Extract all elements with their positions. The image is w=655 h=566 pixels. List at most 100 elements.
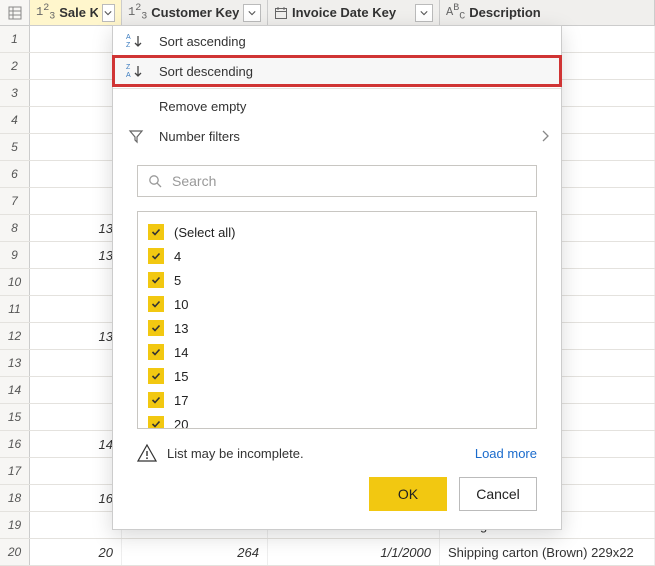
row-number: 12 (0, 323, 30, 349)
notice-text: List may be incomplete. (167, 446, 304, 461)
menu-separator (113, 88, 561, 89)
cell-sale-key[interactable]: 13 (30, 323, 122, 349)
column-header-row: 123 Sale Key 123 Customer Key Invoice Da… (0, 0, 655, 26)
value-label: 10 (174, 297, 188, 312)
filter-values-list[interactable]: (Select all) 4 5 10 13 14 15 17 20 (137, 211, 537, 429)
value-label: 5 (174, 273, 181, 288)
svg-text:A: A (126, 34, 131, 41)
number-filters[interactable]: Number filters (113, 121, 561, 151)
cell-sale-key[interactable]: 13 (30, 242, 122, 268)
row-number: 19 (0, 512, 30, 538)
value-label: 13 (174, 321, 188, 336)
checkbox-icon (148, 344, 164, 360)
cell-sale-key[interactable] (30, 512, 122, 538)
sort-ascending[interactable]: AZ Sort ascending (113, 26, 561, 56)
row-number: 2 (0, 53, 30, 79)
checkbox-icon (148, 416, 164, 429)
row-number: 6 (0, 161, 30, 187)
cell-sale-key[interactable] (30, 269, 122, 295)
table-corner[interactable] (0, 0, 30, 25)
column-header-sale-key[interactable]: 123 Sale Key (30, 0, 122, 25)
ok-button[interactable]: OK (369, 477, 447, 511)
checkbox-icon (148, 368, 164, 384)
menu-label: Number filters (159, 129, 240, 144)
cell-sale-key[interactable] (30, 296, 122, 322)
row-number: 7 (0, 188, 30, 214)
cell-sale-key[interactable]: 14 (30, 431, 122, 457)
row-number: 16 (0, 431, 30, 457)
filter-value[interactable]: 20 (148, 412, 526, 429)
column-header-description[interactable]: ABC Description (440, 0, 655, 25)
checkbox-icon (148, 248, 164, 264)
column-filter-button[interactable] (102, 4, 115, 22)
sort-descending[interactable]: ZA Sort descending (113, 56, 561, 86)
row-number: 5 (0, 134, 30, 160)
menu-label: Remove empty (159, 99, 246, 114)
row-number: 13 (0, 350, 30, 376)
cell-sale-key[interactable] (30, 458, 122, 484)
svg-text:Z: Z (126, 64, 131, 71)
column-header-customer-key[interactable]: 123 Customer Key (122, 0, 268, 25)
remove-empty[interactable]: Remove empty (113, 91, 561, 121)
value-label: 4 (174, 249, 181, 264)
row-number: 15 (0, 404, 30, 430)
row-number: 10 (0, 269, 30, 295)
data-type-icon: 123 (36, 3, 55, 22)
filter-value[interactable]: 10 (148, 292, 526, 316)
checkbox-icon (148, 296, 164, 312)
cell-customer-key[interactable]: 264 (122, 539, 268, 565)
table-row[interactable]: 20202641/1/2000Shipping carton (Brown) 2… (0, 539, 655, 566)
row-number: 8 (0, 215, 30, 241)
cell-invoice-date[interactable]: 1/1/2000 (268, 539, 440, 565)
row-number: 18 (0, 485, 30, 511)
cell-sale-key[interactable] (30, 134, 122, 160)
row-number: 1 (0, 26, 30, 52)
column-filter-button[interactable] (243, 4, 261, 22)
cell-sale-key[interactable] (30, 188, 122, 214)
sort-asc-icon: AZ (123, 33, 149, 49)
column-label: Description (469, 5, 541, 20)
checkbox-icon (148, 224, 164, 240)
cell-sale-key[interactable] (30, 350, 122, 376)
cell-sale-key[interactable] (30, 26, 122, 52)
row-number: 11 (0, 296, 30, 322)
row-number: 3 (0, 80, 30, 106)
cell-sale-key[interactable] (30, 161, 122, 187)
search-input[interactable] (170, 172, 526, 190)
filter-value[interactable]: 14 (148, 340, 526, 364)
cell-description[interactable]: Shipping carton (Brown) 229x22 (440, 539, 655, 565)
filter-value[interactable]: 13 (148, 316, 526, 340)
filter-value[interactable]: 15 (148, 364, 526, 388)
value-label: 15 (174, 369, 188, 384)
filter-value[interactable]: 4 (148, 244, 526, 268)
cell-sale-key[interactable] (30, 377, 122, 403)
value-label: (Select all) (174, 225, 235, 240)
cell-sale-key[interactable] (30, 53, 122, 79)
column-header-invoice-date-key[interactable]: Invoice Date Key (268, 0, 440, 25)
search-box[interactable] (137, 165, 537, 197)
cell-sale-key[interactable] (30, 404, 122, 430)
filter-value[interactable]: 5 (148, 268, 526, 292)
cell-sale-key[interactable]: 13 (30, 215, 122, 241)
cell-sale-key[interactable]: 20 (30, 539, 122, 565)
data-type-icon: ABC (446, 3, 465, 22)
checkbox-icon (148, 272, 164, 288)
load-more-link[interactable]: Load more (475, 446, 537, 461)
value-label: 17 (174, 393, 188, 408)
cell-sale-key[interactable]: 16 (30, 485, 122, 511)
search-icon (148, 174, 162, 188)
column-filter-button[interactable] (415, 4, 433, 22)
column-label: Invoice Date Key (292, 5, 396, 20)
cell-sale-key[interactable] (30, 80, 122, 106)
row-number: 17 (0, 458, 30, 484)
cancel-button[interactable]: Cancel (459, 477, 537, 511)
cell-sale-key[interactable] (30, 107, 122, 133)
sort-desc-icon: ZA (123, 63, 149, 79)
filter-value[interactable]: 17 (148, 388, 526, 412)
row-number: 4 (0, 107, 30, 133)
column-label: Customer Key (151, 5, 239, 20)
row-number: 9 (0, 242, 30, 268)
column-label: Sale Key (59, 5, 97, 20)
data-type-icon: 123 (128, 3, 147, 22)
filter-value-select-all[interactable]: (Select all) (148, 220, 526, 244)
